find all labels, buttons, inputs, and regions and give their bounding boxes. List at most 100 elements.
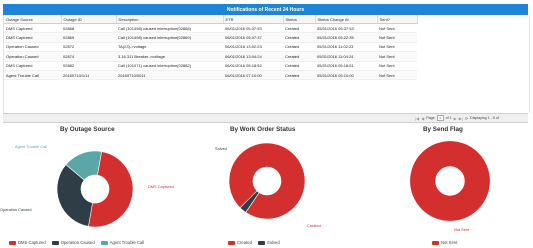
work-order-status-donut-chart bbox=[228, 142, 306, 220]
legend-item-operation-caused[interactable]: Operation Caused bbox=[51, 240, 95, 245]
legend-outage-source: DMS Captured Operation Caused Agent Trou… bbox=[9, 240, 144, 245]
cell-status-change-at: 05/31/2016 05:18:51 bbox=[315, 61, 377, 71]
cell-sent: Not Sent bbox=[377, 23, 417, 34]
legend-label: DMS Captured bbox=[18, 240, 46, 245]
donut-slice-not-sent[interactable] bbox=[410, 141, 490, 221]
cell-status: Created bbox=[283, 61, 315, 71]
table-row[interactable]: DMS Captured 02868 Call (101498) caused … bbox=[4, 23, 417, 34]
cell-description: 3.16.311 Breaker->voltage bbox=[116, 51, 223, 62]
cell-outage-source: DMS Captured bbox=[4, 32, 61, 43]
legend-label: Operation Caused bbox=[60, 240, 95, 245]
chart-title-send-flag: By Send Flag bbox=[423, 126, 463, 133]
legend-item-solved[interactable]: Solved bbox=[257, 240, 280, 245]
legend-label: Created bbox=[237, 240, 252, 245]
table-row[interactable]: Operation Caused 02874 3.16.311 Breaker-… bbox=[4, 51, 417, 62]
cell-outage-id: 02882 bbox=[61, 61, 116, 71]
cell-outage-id: 02872 bbox=[61, 42, 116, 53]
table-header-row: Outage Source Outage ID Description ETR … bbox=[4, 15, 418, 24]
page-count-label: of 1 bbox=[445, 116, 452, 120]
column-header-outage-id[interactable]: Outage ID bbox=[61, 15, 117, 24]
table-row[interactable]: Operation Caused 02872 TA(23)->voltage 0… bbox=[4, 42, 417, 53]
cell-outage-source: DMS Captured bbox=[4, 61, 61, 71]
table-row[interactable]: DMS Captured 02882 Call (101071) caused … bbox=[4, 61, 417, 71]
column-header-description[interactable]: Description bbox=[116, 15, 224, 24]
cell-sent: Not Sent bbox=[377, 70, 417, 81]
cell-sent: Not Sent bbox=[377, 61, 417, 71]
column-header-outage-source[interactable]: Outage Source bbox=[4, 15, 62, 24]
charts-area: By Outage Source Agent Trouble Call Oper… bbox=[0, 122, 533, 248]
legend-swatch bbox=[9, 240, 16, 245]
cell-sent: Not Sent bbox=[377, 51, 417, 62]
legend-label: Not Sent bbox=[441, 240, 458, 245]
cell-description: TA(23)->voltage bbox=[116, 42, 223, 53]
cell-etr: 06/01/2016 05:18:52 bbox=[223, 61, 283, 71]
legend-work-order-status: Created Solved bbox=[228, 240, 280, 245]
next-page-icon[interactable]: ▶ bbox=[454, 116, 457, 121]
legend-swatch bbox=[100, 240, 108, 245]
legend-label: Agent Trouble Call bbox=[109, 240, 145, 245]
cell-status-change-at: 05/31/2016 05:10:00 bbox=[315, 70, 377, 81]
legend-swatch bbox=[257, 240, 265, 245]
page-label: Page bbox=[426, 116, 435, 120]
notifications-table: Outage Source Outage ID Description ETR … bbox=[4, 15, 418, 81]
table-row[interactable]: Agent Trouble Call 20160710/1/11 2016071… bbox=[4, 70, 417, 81]
cell-sent: Not Sent bbox=[377, 32, 417, 43]
cell-description: Call (101498) caused interruption(02868) bbox=[116, 23, 223, 34]
column-header-etr[interactable]: ETR bbox=[223, 15, 284, 24]
column-header-status-change-at[interactable]: Status Change At bbox=[315, 15, 378, 24]
slice-label-dms-captured: DMS Captured bbox=[148, 184, 174, 189]
refresh-icon[interactable]: ⟳ bbox=[465, 116, 468, 121]
cell-outage-source: Operation Caused bbox=[4, 42, 61, 53]
cell-outage-id: 20160710/1/11 bbox=[61, 70, 116, 81]
notifications-grid: Outage Source Outage ID Description ETR … bbox=[3, 15, 530, 113]
slice-label-agent-trouble-call: Agent Trouble Call bbox=[15, 144, 48, 149]
cell-status: Created bbox=[283, 70, 315, 81]
cell-status: Created bbox=[283, 42, 315, 53]
column-header-status[interactable]: Status bbox=[283, 15, 316, 24]
cell-etr: 06/01/2016 05:37:37 bbox=[223, 32, 283, 43]
cell-outage-source: DMS Captured bbox=[4, 23, 61, 34]
legend-label: Solved bbox=[266, 240, 280, 245]
cell-etr: 06/01/2016 05:37:53 bbox=[223, 23, 283, 34]
cell-etr: 06/01/2016 13:04:24 bbox=[223, 51, 283, 62]
panel-title: Notifications of Recent 24 Hours bbox=[3, 4, 528, 15]
previous-page-icon[interactable]: ◀ bbox=[421, 116, 424, 121]
cell-etr: 06/01/2016 07:10:00 bbox=[223, 70, 283, 81]
outage-source-donut-chart bbox=[56, 150, 134, 228]
cell-outage-id: 02874 bbox=[61, 51, 116, 62]
legend-swatch bbox=[51, 240, 59, 245]
send-flag-donut-chart bbox=[410, 141, 490, 221]
legend-item-not-sent[interactable]: Not Sent bbox=[432, 240, 457, 245]
cell-description: Call (101498) caused interruption(02869) bbox=[116, 32, 223, 43]
page-number-input[interactable]: 1 bbox=[436, 115, 444, 121]
legend-swatch bbox=[228, 240, 235, 245]
table-row[interactable]: DMS Captured 02869 Call (101498) caused … bbox=[4, 32, 417, 43]
cell-status-change-at: 05/31/2016 05:37:53 bbox=[315, 23, 377, 34]
cell-status-change-at: 05/31/2016 11:04:24 bbox=[315, 51, 377, 62]
cell-status-change-at: 05/31/2016 05:22:35 bbox=[315, 32, 377, 43]
legend-item-dms-captured[interactable]: DMS Captured bbox=[9, 240, 46, 245]
slice-label-created: Created bbox=[307, 223, 321, 228]
legend-item-agent-trouble-call[interactable]: Agent Trouble Call bbox=[100, 240, 145, 245]
last-page-icon[interactable]: ▶| bbox=[459, 116, 463, 121]
cell-outage-id: 02869 bbox=[61, 32, 116, 43]
cell-outage-source: Agent Trouble Call bbox=[4, 70, 61, 81]
legend-swatch bbox=[432, 240, 439, 245]
column-header-sent[interactable]: Sent? bbox=[377, 15, 418, 24]
cell-outage-id: 02868 bbox=[61, 23, 116, 34]
cell-etr: 06/01/2016 13:02:23 bbox=[223, 42, 283, 53]
cell-description: 20160710/0011 bbox=[116, 70, 223, 81]
slice-label-solved: Solved bbox=[215, 146, 227, 151]
cell-status-change-at: 05/31/2016 11:02:23 bbox=[315, 42, 377, 53]
cell-status: Created bbox=[283, 51, 315, 62]
cell-status: Created bbox=[283, 23, 315, 34]
slice-label-not-sent: Not Sent bbox=[454, 227, 470, 232]
chart-title-work-order-status: By Work Order Status bbox=[230, 126, 296, 133]
slice-label-operation-caused: Operation Caused bbox=[0, 207, 32, 212]
cell-status: Created bbox=[283, 32, 315, 43]
cell-sent: Not Sent bbox=[377, 42, 417, 53]
legend-send-flag: Not Sent bbox=[432, 240, 457, 245]
chart-title-outage-source: By Outage Source bbox=[60, 126, 115, 133]
first-page-icon[interactable]: |◀ bbox=[415, 116, 419, 121]
legend-item-created[interactable]: Created bbox=[228, 240, 252, 245]
